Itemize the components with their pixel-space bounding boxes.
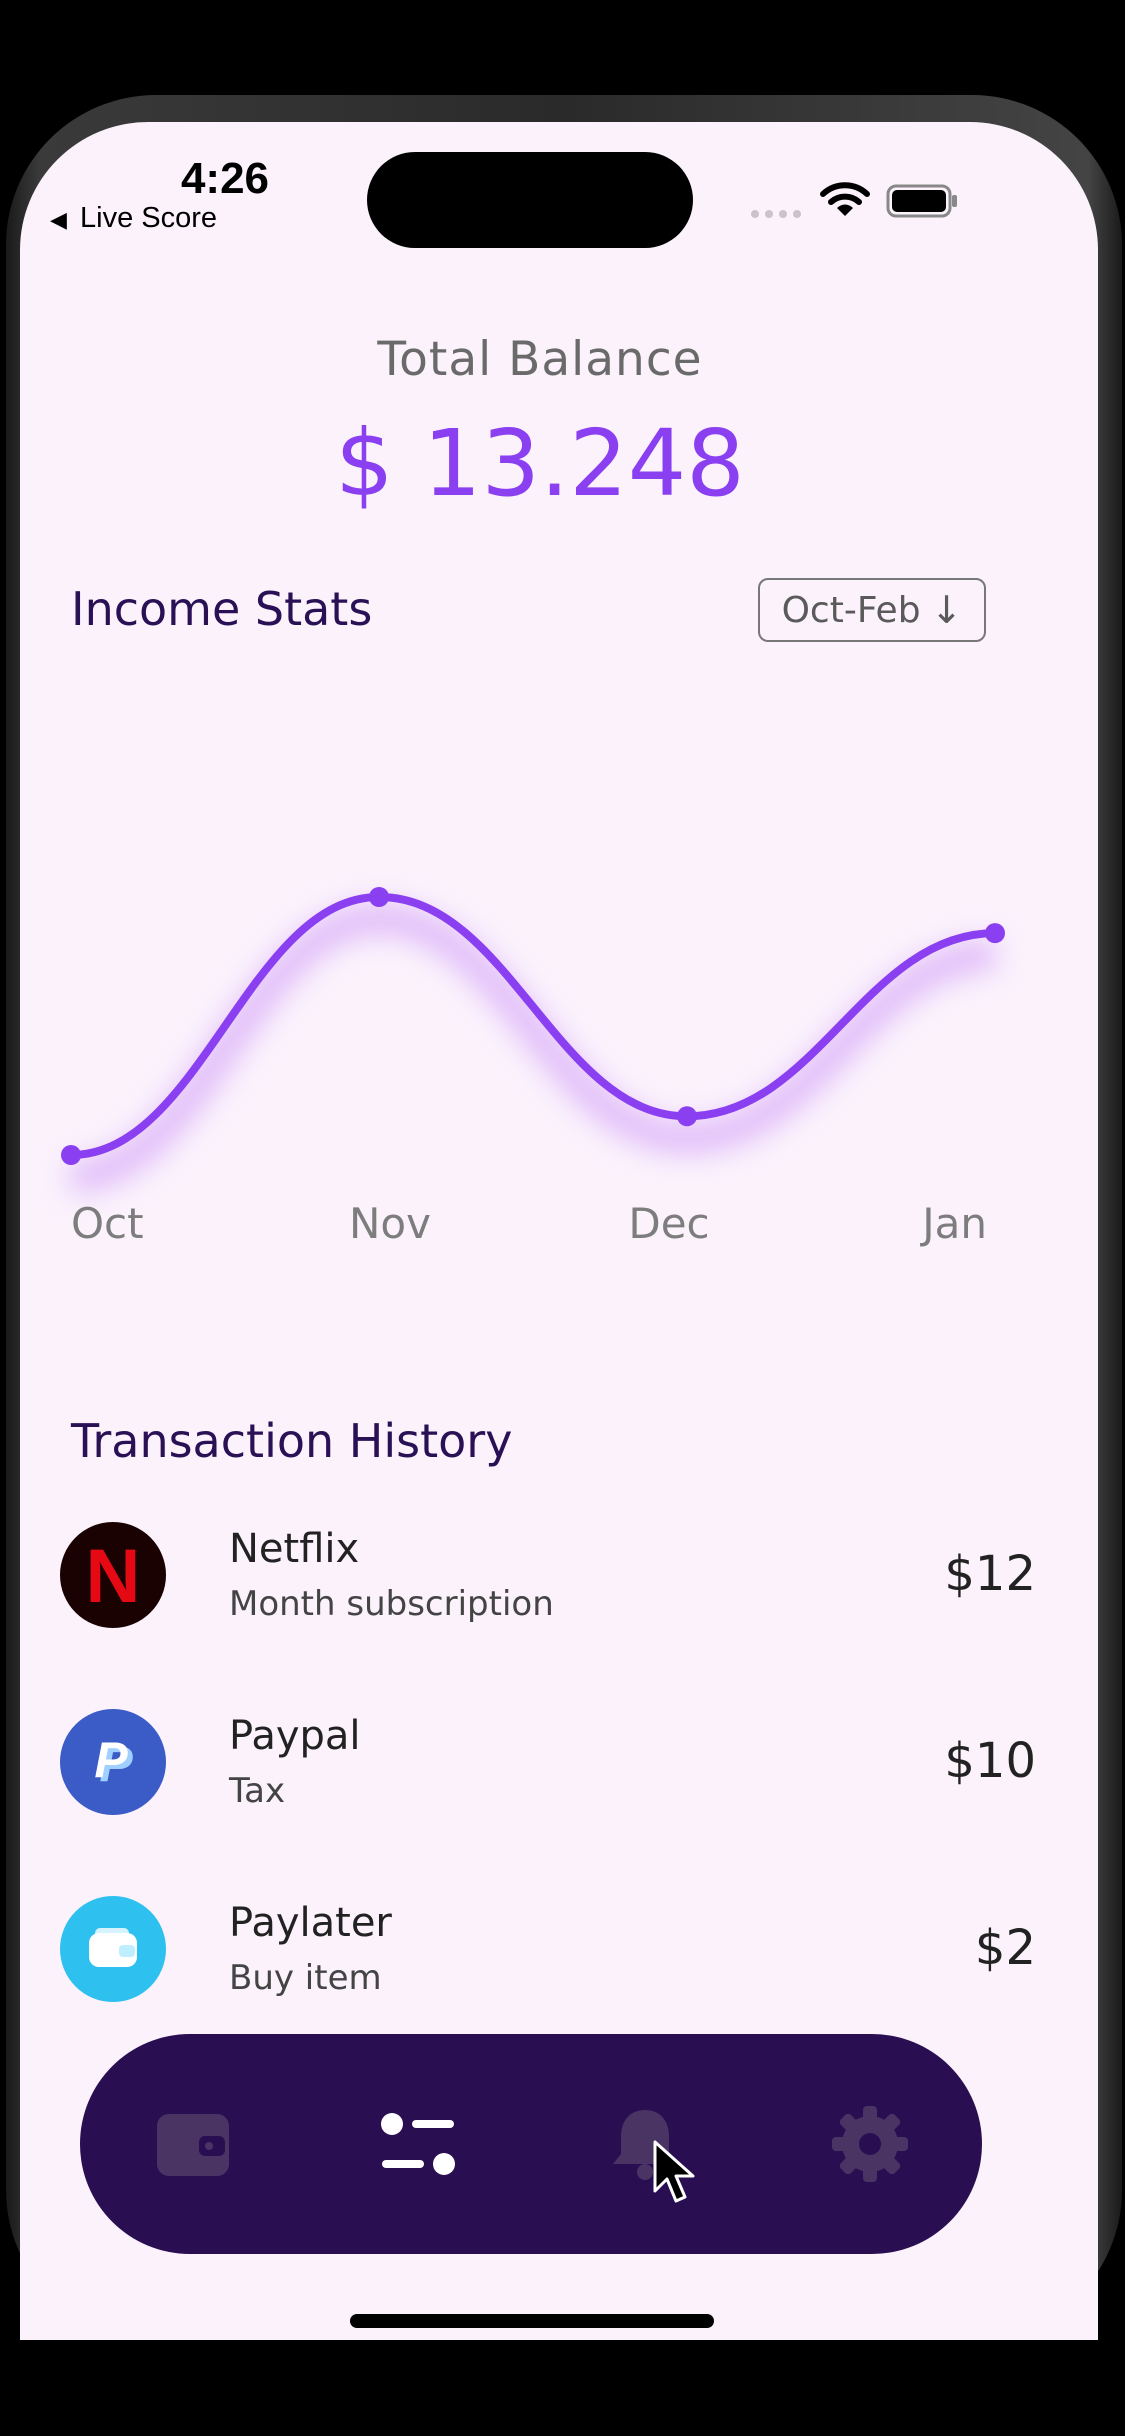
app-screen: 4:26 ◀ Live Score Total Balance $ 13.248…	[20, 122, 1098, 2340]
sliders-icon[interactable]	[378, 2104, 458, 2184]
transaction-name: Paylater	[229, 1900, 392, 1946]
transaction-amount: $12	[944, 1546, 1036, 1602]
transaction-description: Month subscription	[229, 1584, 554, 1624]
transaction-row[interactable]: P P Paypal Tax $10	[20, 1709, 1098, 1839]
mouse-cursor-icon	[653, 2140, 695, 2203]
x-axis-tick-label: Nov	[349, 1199, 431, 1248]
x-axis-tick-label: Jan	[919, 1199, 987, 1248]
transaction-name: Paypal	[229, 1713, 361, 1759]
svg-text:N: N	[86, 1540, 141, 1610]
home-indicator	[350, 2314, 714, 2328]
data-point	[61, 1145, 81, 1165]
transaction-row[interactable]: Paylater Buy item $2	[20, 1896, 1098, 2026]
transaction-name: Netflix	[229, 1526, 360, 1572]
svg-text:P: P	[94, 1732, 128, 1788]
x-axis-tick-label: Dec	[628, 1199, 709, 1248]
transaction-amount: $10	[944, 1733, 1036, 1789]
transaction-row[interactable]: N Netflix Month subscription $12	[20, 1522, 1098, 1652]
data-point	[985, 923, 1005, 944]
gear-icon[interactable]	[830, 2104, 910, 2184]
transaction-history-title: Transaction History	[71, 1414, 513, 1468]
wallet-icon[interactable]	[153, 2104, 233, 2184]
transaction-description: Tax	[229, 1771, 286, 1811]
paypal-logo-icon: P P	[60, 1709, 166, 1815]
netflix-logo-icon: N	[60, 1522, 166, 1628]
transaction-amount: $2	[974, 1920, 1036, 1976]
bottom-navigation-bar	[80, 2034, 982, 2254]
transaction-description: Buy item	[229, 1958, 382, 1998]
data-point	[369, 887, 389, 907]
wallet-logo-icon	[60, 1896, 166, 2002]
income-line-chart: Oct Nov Dec Jan	[61, 887, 1005, 1248]
data-point	[677, 1106, 697, 1127]
x-axis-tick-label: Oct	[71, 1199, 144, 1248]
